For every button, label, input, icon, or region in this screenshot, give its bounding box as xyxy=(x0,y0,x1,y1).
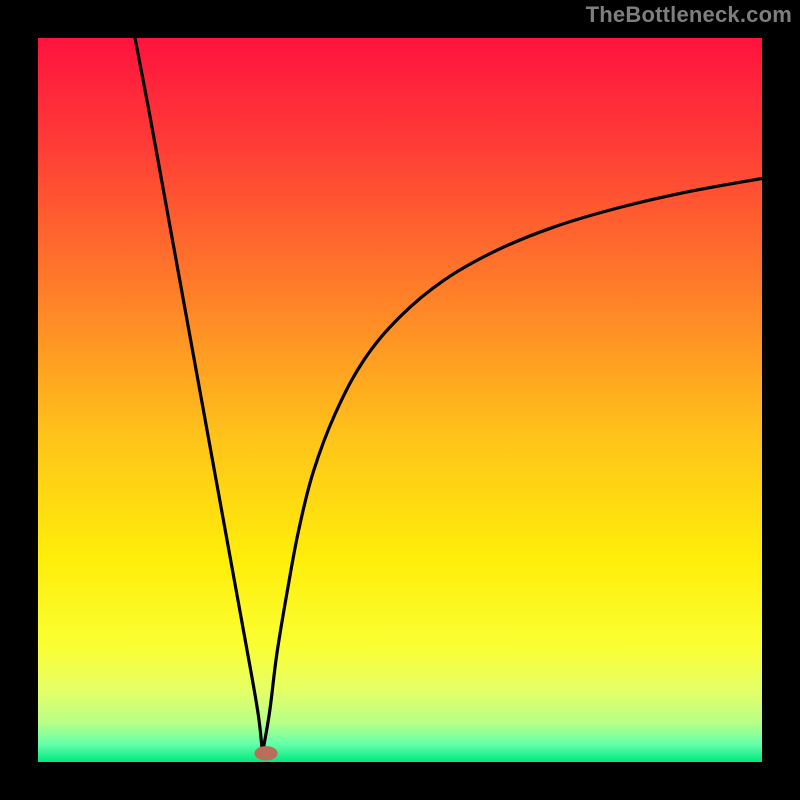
gradient-background xyxy=(38,38,762,762)
watermark-text: TheBottleneck.com xyxy=(586,2,792,28)
chart-frame: TheBottleneck.com xyxy=(0,0,800,800)
plot-area xyxy=(38,38,762,762)
bottleneck-curve-chart xyxy=(38,38,762,762)
optimum-marker xyxy=(254,746,277,760)
